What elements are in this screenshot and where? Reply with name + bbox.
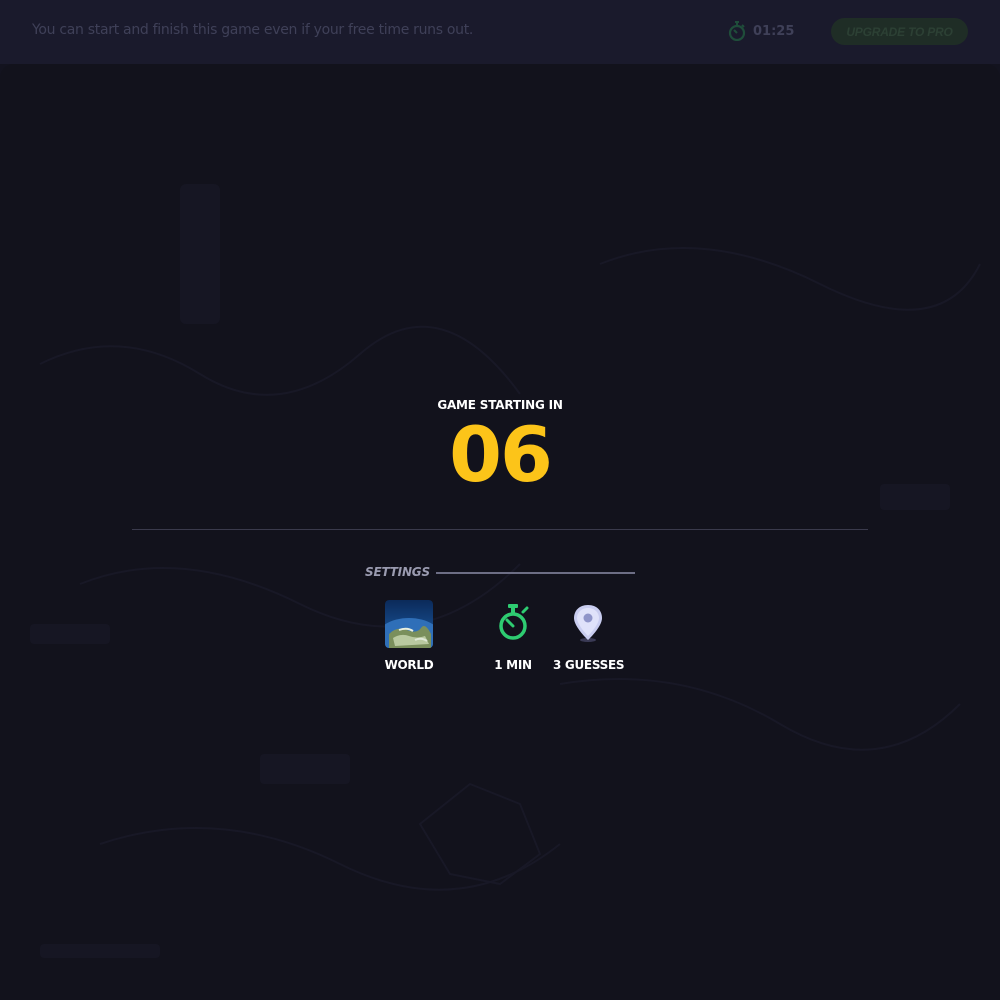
setting-time-label: 1 MIN [494,658,532,672]
globe-icon [385,600,433,648]
setting-guesses: 3 GUESSES [553,600,625,672]
upgrade-to-pro-button[interactable]: UPGRADE TO PRO [831,18,968,45]
background-map-texture [30,184,981,958]
stopwatch-icon [728,21,746,41]
game-lobby-panel: GAME STARTING IN 06 SETTINGS WORLD 1 MIN… [0,64,1000,1000]
setting-map: WORLD [384,600,434,672]
stopwatch-icon [499,604,529,640]
setting-time: 1 MIN [488,600,538,672]
top-bar: You can start and finish this game even … [0,0,1000,64]
settings-line [436,572,635,574]
map-pin-icon [574,605,602,642]
settings-label: SETTINGS [365,565,430,579]
free-time-message: You can start and finish this game even … [32,22,474,38]
countdown-number: 06 [449,410,553,499]
setting-map-label: WORLD [384,658,434,672]
timer-value: 01:25 [753,23,795,39]
free-time-timer: 01:25 [728,21,794,41]
setting-guesses-label: 3 GUESSES [553,658,625,672]
divider [132,529,868,530]
